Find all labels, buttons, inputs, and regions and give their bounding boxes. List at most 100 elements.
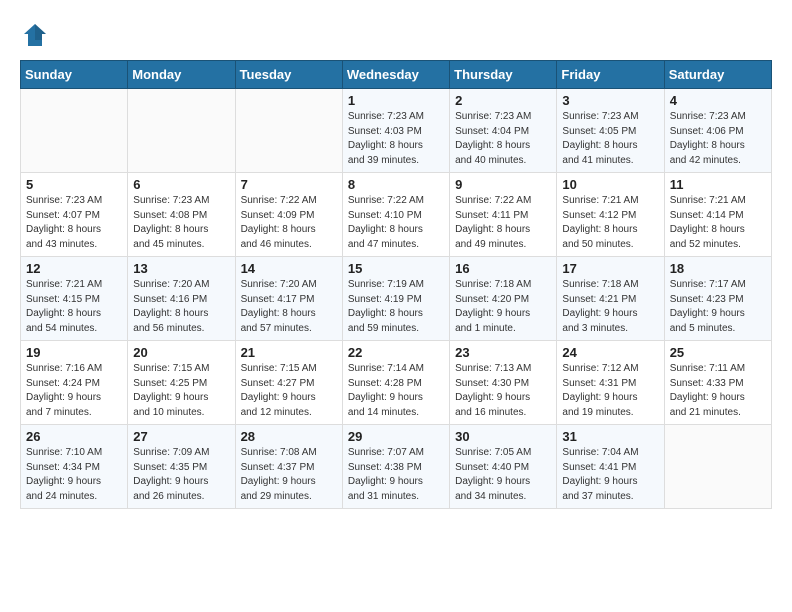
day-number: 9 [455, 177, 551, 192]
day-number: 18 [670, 261, 766, 276]
day-info: Sunrise: 7:16 AM Sunset: 4:24 PM Dayligh… [26, 362, 122, 420]
calendar-cell: 27 Sunrise: 7:09 AM Sunset: 4:35 PM Dayli… [128, 425, 235, 509]
day-number: 31 [562, 429, 658, 444]
day-info: Sunrise: 7:23 AM Sunset: 4:03 PM Dayligh… [348, 110, 444, 168]
calendar-cell: 2Sunrise: 7:23 AM Sunset: 4:04 PM Daylig… [450, 89, 557, 173]
calendar-cell: 8 Sunrise: 7:22 AM Sunset: 4:10 PM Daylig… [342, 173, 449, 257]
day-number: 16 [455, 261, 551, 276]
week-row-5: 26 Sunrise: 7:10 AM Sunset: 4:34 PM Dayli… [21, 425, 772, 509]
day-number: 10 [562, 177, 658, 192]
day-info: Sunrise: 7:22 AM Sunset: 4:10 PM Dayligh… [348, 194, 444, 252]
day-number: 26 [26, 429, 122, 444]
calendar-cell: 21 Sunrise: 7:15 AM Sunset: 4:27 PM Dayli… [235, 341, 342, 425]
day-info: Sunrise: 7:20 AM Sunset: 4:16 PM Dayligh… [133, 278, 229, 336]
day-number: 8 [348, 177, 444, 192]
day-number: 4 [670, 93, 766, 108]
day-number: 17 [562, 261, 658, 276]
day-info: Sunrise: 7:18 AM Sunset: 4:20 PM Dayligh… [455, 278, 551, 336]
day-number: 3 [562, 93, 658, 108]
calendar-cell: 30 Sunrise: 7:05 AM Sunset: 4:40 PM Dayli… [450, 425, 557, 509]
day-info: Sunrise: 7:09 AM Sunset: 4:35 PM Dayligh… [133, 446, 229, 504]
day-info: Sunrise: 7:20 AM Sunset: 4:17 PM Dayligh… [241, 278, 337, 336]
calendar-cell [21, 89, 128, 173]
day-number: 12 [26, 261, 122, 276]
calendar-cell [235, 89, 342, 173]
logo [20, 20, 54, 50]
calendar-cell: 3 Sunrise: 7:23 AM Sunset: 4:05 PM Daylig… [557, 89, 664, 173]
day-info: Sunrise: 7:18 AM Sunset: 4:21 PM Dayligh… [562, 278, 658, 336]
weekday-header-sunday: Sunday [21, 61, 128, 89]
day-number: 23 [455, 345, 551, 360]
day-number: 25 [670, 345, 766, 360]
week-row-3: 12 Sunrise: 7:21 AM Sunset: 4:15 PM Dayli… [21, 257, 772, 341]
day-number: 27 [133, 429, 229, 444]
day-info: Sunrise: 7:05 AM Sunset: 4:40 PM Dayligh… [455, 446, 551, 504]
calendar-cell: 15Sunrise: 7:19 AM Sunset: 4:19 PM Dayli… [342, 257, 449, 341]
week-row-4: 19 Sunrise: 7:16 AM Sunset: 4:24 PM Dayli… [21, 341, 772, 425]
day-number: 13 [133, 261, 229, 276]
day-number: 22 [348, 345, 444, 360]
day-number: 28 [241, 429, 337, 444]
day-number: 21 [241, 345, 337, 360]
day-info: Sunrise: 7:15 AM Sunset: 4:27 PM Dayligh… [241, 362, 337, 420]
weekday-header-row: SundayMondayTuesdayWednesdayThursdayFrid… [21, 61, 772, 89]
calendar-cell: 12 Sunrise: 7:21 AM Sunset: 4:15 PM Dayli… [21, 257, 128, 341]
day-number: 2 [455, 93, 551, 108]
day-number: 20 [133, 345, 229, 360]
day-info: Sunrise: 7:07 AM Sunset: 4:38 PM Dayligh… [348, 446, 444, 504]
page-header [20, 20, 772, 50]
day-info: Sunrise: 7:23 AM Sunset: 4:06 PM Dayligh… [670, 110, 766, 168]
calendar-cell: 1 Sunrise: 7:23 AM Sunset: 4:03 PM Daylig… [342, 89, 449, 173]
day-number: 24 [562, 345, 658, 360]
calendar-cell: 4 Sunrise: 7:23 AM Sunset: 4:06 PM Daylig… [664, 89, 771, 173]
day-info: Sunrise: 7:21 AM Sunset: 4:12 PM Dayligh… [562, 194, 658, 252]
day-info: Sunrise: 7:08 AM Sunset: 4:37 PM Dayligh… [241, 446, 337, 504]
day-number: 19 [26, 345, 122, 360]
day-number: 6 [133, 177, 229, 192]
week-row-2: 5 Sunrise: 7:23 AM Sunset: 4:07 PM Daylig… [21, 173, 772, 257]
day-number: 5 [26, 177, 122, 192]
calendar-cell: 7Sunrise: 7:22 AM Sunset: 4:09 PM Daylig… [235, 173, 342, 257]
calendar-cell [128, 89, 235, 173]
logo-icon [20, 20, 50, 50]
day-info: Sunrise: 7:22 AM Sunset: 4:11 PM Dayligh… [455, 194, 551, 252]
calendar-cell: 20 Sunrise: 7:15 AM Sunset: 4:25 PM Dayli… [128, 341, 235, 425]
day-info: Sunrise: 7:04 AM Sunset: 4:41 PM Dayligh… [562, 446, 658, 504]
day-info: Sunrise: 7:19 AM Sunset: 4:19 PM Dayligh… [348, 278, 444, 336]
day-info: Sunrise: 7:23 AM Sunset: 4:07 PM Dayligh… [26, 194, 122, 252]
calendar-cell: 14Sunrise: 7:20 AM Sunset: 4:17 PM Dayli… [235, 257, 342, 341]
calendar-cell: 23 Sunrise: 7:13 AM Sunset: 4:30 PM Dayli… [450, 341, 557, 425]
day-number: 1 [348, 93, 444, 108]
day-number: 30 [455, 429, 551, 444]
calendar-cell: 22 Sunrise: 7:14 AM Sunset: 4:28 PM Dayli… [342, 341, 449, 425]
day-info: Sunrise: 7:21 AM Sunset: 4:15 PM Dayligh… [26, 278, 122, 336]
calendar-cell: 26 Sunrise: 7:10 AM Sunset: 4:34 PM Dayli… [21, 425, 128, 509]
calendar-cell: 10 Sunrise: 7:21 AM Sunset: 4:12 PM Dayli… [557, 173, 664, 257]
day-info: Sunrise: 7:17 AM Sunset: 4:23 PM Dayligh… [670, 278, 766, 336]
calendar-cell [664, 425, 771, 509]
day-info: Sunrise: 7:12 AM Sunset: 4:31 PM Dayligh… [562, 362, 658, 420]
calendar-cell: 9 Sunrise: 7:22 AM Sunset: 4:11 PM Daylig… [450, 173, 557, 257]
calendar-table: SundayMondayTuesdayWednesdayThursdayFrid… [20, 60, 772, 509]
weekday-header-wednesday: Wednesday [342, 61, 449, 89]
day-number: 29 [348, 429, 444, 444]
day-info: Sunrise: 7:14 AM Sunset: 4:28 PM Dayligh… [348, 362, 444, 420]
weekday-header-friday: Friday [557, 61, 664, 89]
calendar-cell: 5 Sunrise: 7:23 AM Sunset: 4:07 PM Daylig… [21, 173, 128, 257]
day-info: Sunrise: 7:23 AM Sunset: 4:05 PM Dayligh… [562, 110, 658, 168]
week-row-1: 1 Sunrise: 7:23 AM Sunset: 4:03 PM Daylig… [21, 89, 772, 173]
day-info: Sunrise: 7:23 AM Sunset: 4:08 PM Dayligh… [133, 194, 229, 252]
calendar-cell: 25 Sunrise: 7:11 AM Sunset: 4:33 PM Dayli… [664, 341, 771, 425]
calendar-cell: 24 Sunrise: 7:12 AM Sunset: 4:31 PM Dayli… [557, 341, 664, 425]
day-info: Sunrise: 7:21 AM Sunset: 4:14 PM Dayligh… [670, 194, 766, 252]
day-info: Sunrise: 7:11 AM Sunset: 4:33 PM Dayligh… [670, 362, 766, 420]
day-info: Sunrise: 7:10 AM Sunset: 4:34 PM Dayligh… [26, 446, 122, 504]
calendar-cell: 13 Sunrise: 7:20 AM Sunset: 4:16 PM Dayli… [128, 257, 235, 341]
calendar-cell: 19 Sunrise: 7:16 AM Sunset: 4:24 PM Dayli… [21, 341, 128, 425]
day-info: Sunrise: 7:22 AM Sunset: 4:09 PM Dayligh… [241, 194, 337, 252]
calendar-cell: 11Sunrise: 7:21 AM Sunset: 4:14 PM Dayli… [664, 173, 771, 257]
calendar-cell: 18 Sunrise: 7:17 AM Sunset: 4:23 PM Dayli… [664, 257, 771, 341]
day-info: Sunrise: 7:15 AM Sunset: 4:25 PM Dayligh… [133, 362, 229, 420]
day-info: Sunrise: 7:13 AM Sunset: 4:30 PM Dayligh… [455, 362, 551, 420]
calendar-cell: 29 Sunrise: 7:07 AM Sunset: 4:38 PM Dayli… [342, 425, 449, 509]
